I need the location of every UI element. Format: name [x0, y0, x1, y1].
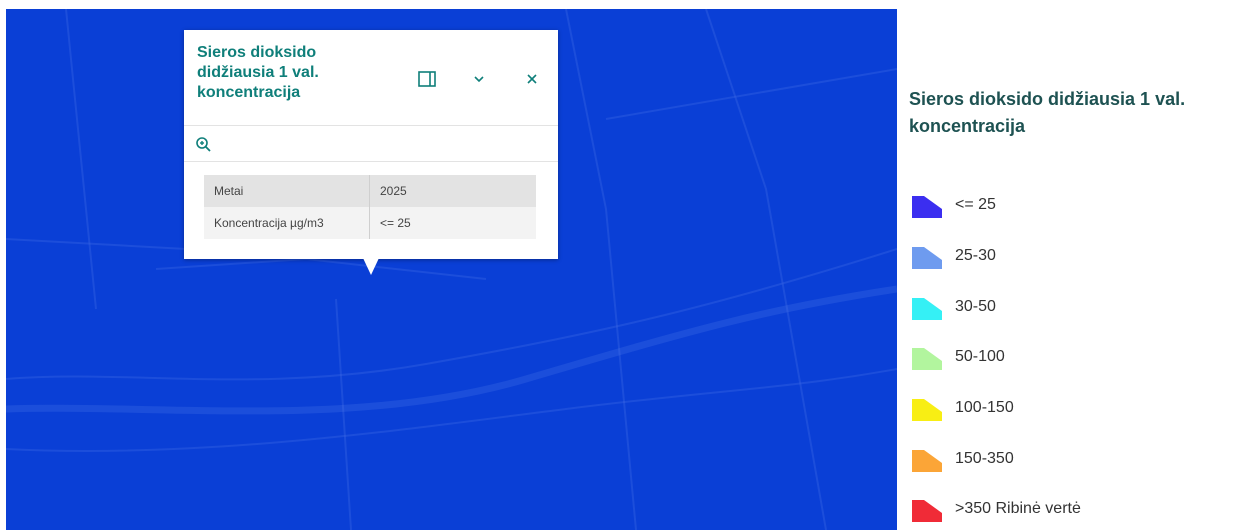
legend-swatch — [912, 399, 942, 421]
popup-divider — [184, 161, 558, 162]
close-icon — [527, 74, 537, 84]
legend-title: Sieros dioksido didžiausia 1 val. koncen… — [909, 89, 1186, 136]
attribute-key: Koncentracija µg/m3 — [204, 207, 370, 239]
table-row: Koncentracija µg/m3 <= 25 — [204, 207, 536, 239]
attribute-key: Metai — [204, 175, 370, 207]
legend-swatch — [912, 348, 942, 370]
chevron-down-icon — [474, 76, 484, 83]
legend-swatch — [912, 196, 942, 218]
legend-label: 150-350 — [955, 450, 1014, 467]
legend-label: 50-100 — [955, 348, 1005, 365]
table-row: Metai 2025 — [204, 175, 536, 207]
close-button[interactable] — [521, 68, 543, 90]
dock-button[interactable] — [416, 68, 438, 90]
feature-popup: Sieros dioksido didžiausia 1 val. koncen… — [184, 30, 558, 259]
popup-title: Sieros dioksido didžiausia 1 val. koncen… — [197, 44, 319, 101]
legend-swatch — [912, 298, 942, 320]
legend-label: 25-30 — [955, 247, 996, 264]
zoom-in-icon — [196, 137, 211, 152]
legend-swatch — [912, 500, 942, 522]
legend-label: 30-50 — [955, 298, 996, 315]
collapse-button[interactable] — [468, 68, 490, 90]
zoom-to-button[interactable] — [194, 135, 214, 155]
legend-label: <= 25 — [955, 196, 996, 213]
legend-swatch — [912, 247, 942, 269]
attribute-table: Metai 2025 Koncentracija µg/m3 <= 25 — [204, 175, 536, 239]
popup-divider — [184, 125, 558, 126]
attribute-value: <= 25 — [369, 207, 536, 239]
dock-icon — [418, 71, 436, 87]
legend-swatch — [912, 450, 942, 472]
legend-label: >350 Ribinė vertė — [955, 500, 1081, 517]
legend-label: 100-150 — [955, 399, 1014, 416]
attribute-value: 2025 — [369, 175, 536, 207]
popup-pointer — [363, 258, 379, 275]
